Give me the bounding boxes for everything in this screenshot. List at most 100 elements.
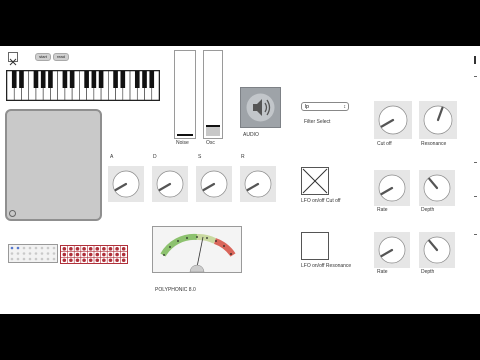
grid-cell[interactable]: [10, 246, 14, 250]
black-key[interactable]: [98, 71, 104, 88]
grid-cell[interactable]: [16, 246, 20, 250]
lfo-resonance-toggle[interactable]: [301, 232, 329, 260]
black-key[interactable]: [149, 71, 155, 88]
grid-cell[interactable]: [75, 252, 80, 257]
grid-cell[interactable]: [102, 247, 106, 251]
sustain-dial[interactable]: [196, 166, 232, 202]
grid-cell[interactable]: [108, 247, 113, 251]
grid-cell[interactable]: [16, 252, 20, 255]
black-key[interactable]: [11, 71, 17, 88]
xy-pad[interactable]: [5, 109, 102, 221]
grid-cell[interactable]: [40, 257, 44, 261]
grid-cell[interactable]: [69, 258, 73, 263]
black-key[interactable]: [48, 71, 53, 88]
start-button[interactable]: start: [35, 53, 51, 61]
keyboard-keys[interactable]: [6, 70, 160, 101]
grid-cell[interactable]: [75, 258, 80, 263]
grid-cell[interactable]: [28, 252, 32, 255]
grid-cell[interactable]: [95, 252, 100, 257]
osc-slider[interactable]: [203, 50, 223, 139]
lfo1-rate-dial[interactable]: [374, 170, 410, 206]
grid-cell[interactable]: [34, 257, 38, 261]
black-key[interactable]: [142, 71, 147, 88]
grid-cell[interactable]: [82, 258, 86, 263]
black-key[interactable]: [69, 71, 75, 88]
grid-cell[interactable]: [46, 257, 50, 261]
grid-cell[interactable]: [69, 247, 73, 251]
lfo1-depth-dial[interactable]: [419, 170, 455, 206]
grid-cell[interactable]: [82, 247, 86, 251]
release-dial[interactable]: [240, 166, 276, 202]
osc-slider-thumb[interactable]: [206, 124, 220, 127]
grid-cell[interactable]: [69, 252, 73, 257]
grid-cell[interactable]: [28, 257, 32, 261]
grid-cell[interactable]: [40, 252, 44, 255]
attack-dial[interactable]: [108, 166, 144, 202]
decay-dial[interactable]: [152, 166, 188, 202]
grid-cell[interactable]: [108, 258, 113, 263]
grid-cell[interactable]: [52, 246, 56, 250]
grid-cell[interactable]: [102, 258, 106, 263]
grid-cell[interactable]: [115, 247, 119, 251]
decay-label: D: [153, 154, 157, 160]
grid-cell[interactable]: [62, 252, 67, 257]
grid-cell[interactable]: [88, 252, 93, 257]
noise-slider-thumb[interactable]: [177, 134, 193, 136]
close-icon[interactable]: [8, 52, 18, 66]
audio-toggle[interactable]: [240, 87, 281, 128]
grid-cell[interactable]: [82, 252, 86, 257]
grid-cell[interactable]: [22, 257, 26, 261]
black-key[interactable]: [84, 71, 89, 88]
grid-cell[interactable]: [95, 258, 100, 263]
black-key[interactable]: [113, 71, 118, 88]
read-button[interactable]: read: [53, 53, 69, 61]
grid-cell[interactable]: [46, 246, 50, 250]
grid-cell[interactable]: [121, 252, 126, 257]
grid-cell[interactable]: [10, 257, 14, 261]
grid-cell[interactable]: [108, 252, 113, 257]
xy-pad-handle[interactable]: [9, 210, 16, 217]
grid-cell[interactable]: [121, 258, 126, 263]
grid-cell[interactable]: [40, 246, 44, 250]
audio-label: AUDIO: [243, 132, 259, 138]
black-key[interactable]: [40, 71, 46, 88]
grid-cell[interactable]: [121, 247, 126, 251]
lfo2-rate-dial[interactable]: [374, 232, 410, 268]
grid-cell[interactable]: [10, 252, 14, 255]
matrix-grid-small[interactable]: [8, 244, 58, 263]
grid-cell[interactable]: [28, 246, 32, 250]
black-key[interactable]: [134, 71, 140, 88]
grid-cell[interactable]: [52, 252, 56, 255]
max-patcher-canvas: start read Noise Osc AUDIO lp ↕ Filter S…: [0, 46, 480, 314]
grid-cell[interactable]: [34, 252, 38, 255]
grid-cell[interactable]: [115, 252, 119, 257]
keyboard[interactable]: [6, 70, 160, 101]
black-key[interactable]: [33, 71, 39, 88]
grid-cell[interactable]: [34, 246, 38, 250]
grid-cell[interactable]: [52, 257, 56, 261]
grid-cell[interactable]: [62, 258, 67, 263]
cutoff-dial[interactable]: [374, 101, 412, 139]
noise-slider[interactable]: [174, 50, 196, 139]
black-key[interactable]: [62, 71, 68, 88]
grid-cell[interactable]: [102, 252, 106, 257]
grid-cell[interactable]: [95, 247, 100, 251]
matrix-grid-red[interactable]: [60, 245, 128, 264]
grid-cell[interactable]: [46, 252, 50, 255]
grid-cell[interactable]: [88, 247, 93, 251]
grid-cell[interactable]: [62, 247, 67, 251]
grid-cell[interactable]: [88, 258, 93, 263]
black-key[interactable]: [120, 71, 126, 88]
grid-cell[interactable]: [75, 247, 80, 251]
grid-cell[interactable]: [22, 252, 26, 255]
black-key[interactable]: [91, 71, 97, 88]
black-key[interactable]: [19, 71, 24, 88]
grid-cell[interactable]: [22, 246, 26, 250]
lfo-cutoff-toggle[interactable]: [301, 167, 329, 195]
filter-select[interactable]: lp ↕: [301, 102, 349, 111]
lfo2-depth-dial[interactable]: [419, 232, 455, 268]
grid-cell[interactable]: [16, 257, 20, 261]
resonance-dial[interactable]: [419, 101, 457, 139]
attack-label: A: [110, 154, 114, 160]
grid-cell[interactable]: [115, 258, 119, 263]
